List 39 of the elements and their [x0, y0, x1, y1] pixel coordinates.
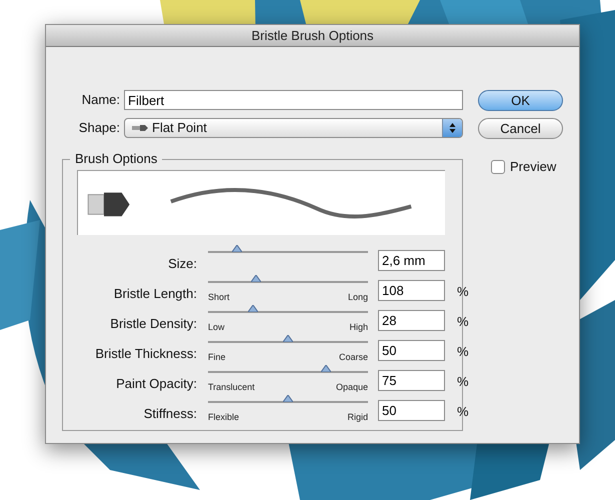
preview-checkbox[interactable]: [491, 160, 505, 174]
slider-label: Bristle Thickness:: [94, 345, 197, 363]
stepper-arrows-icon: [449, 122, 456, 134]
slider-label: Bristle Density:: [109, 315, 197, 333]
ok-button[interactable]: OK: [478, 90, 563, 111]
slider-min-label: Fine: [208, 351, 226, 364]
slider-min-label: Flexible: [208, 411, 240, 424]
slider-label: Paint Opacity:: [115, 375, 197, 393]
slider-max-label: Rigid: [347, 411, 368, 424]
slider-max-label: High: [349, 321, 368, 334]
slider-max-label: Coarse: [338, 351, 368, 364]
unit-label: %: [457, 403, 469, 421]
value-field[interactable]: 2,6 mm: [378, 250, 445, 271]
slider-label: Stiffness:: [142, 405, 197, 423]
slider-max-label: Long: [348, 291, 368, 304]
slider-max-label: Opaque: [336, 381, 368, 394]
slider-min-label: Short: [208, 291, 230, 304]
unit-label: %: [457, 373, 469, 391]
name-label: Name:: [80, 91, 120, 110]
slider-label: Size:: [167, 255, 197, 273]
slider-min-label: Low: [208, 321, 225, 334]
window-title: Bristle Brush Options: [251, 26, 374, 45]
preview-label: Preview: [510, 158, 556, 176]
shape-label: Shape:: [78, 119, 120, 138]
value-field[interactable]: 50: [378, 400, 445, 421]
shape-dropdown[interactable]: Flat Point: [124, 118, 463, 138]
flat-brush-icon: [132, 124, 148, 132]
value-field[interactable]: 28: [378, 310, 445, 331]
group-title: Brush Options: [70, 151, 162, 167]
slider-min-label: Translucent: [208, 381, 255, 394]
value-field[interactable]: 50: [378, 340, 445, 361]
unit-label: %: [457, 313, 469, 331]
slider-label: Bristle Length:: [112, 285, 197, 303]
value-field[interactable]: 75: [378, 370, 445, 391]
unit-label: %: [457, 343, 469, 361]
value-field[interactable]: 108: [378, 280, 445, 301]
name-field[interactable]: Filbert: [124, 90, 463, 110]
unit-label: %: [457, 283, 469, 301]
cancel-button[interactable]: Cancel: [478, 118, 563, 139]
